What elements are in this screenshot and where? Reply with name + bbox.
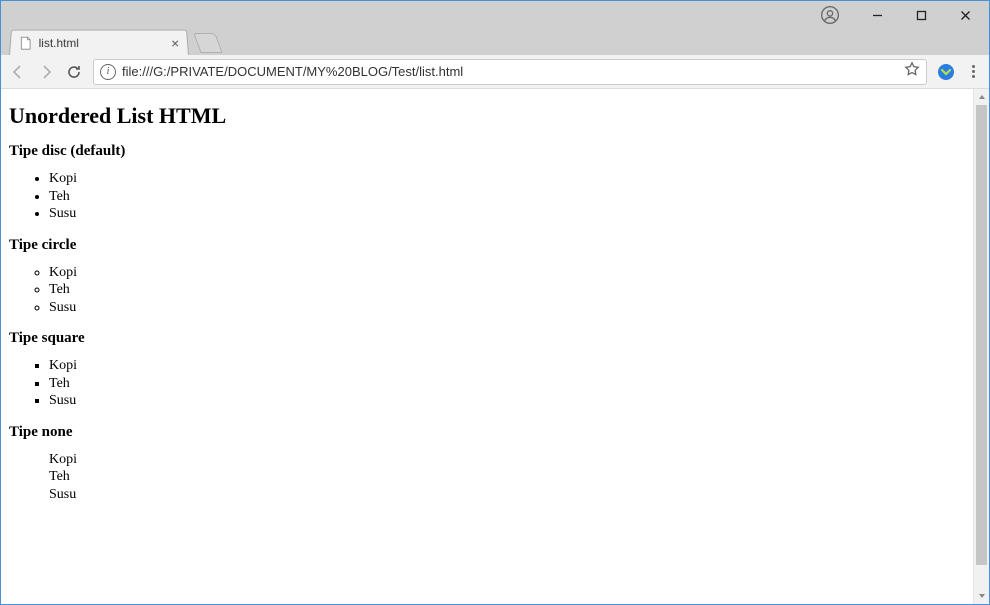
- section-heading-none: Tipe none: [9, 424, 965, 441]
- scroll-up-arrow-icon[interactable]: [974, 89, 989, 105]
- vertical-scrollbar[interactable]: [973, 89, 989, 604]
- url-text: file:///G:/PRIVATE/DOCUMENT/MY%20BLOG/Te…: [122, 64, 898, 79]
- minimize-button[interactable]: [855, 2, 899, 28]
- list-item: Teh: [49, 188, 965, 206]
- browser-toolbar: i file:///G:/PRIVATE/DOCUMENT/MY%20BLOG/…: [1, 55, 989, 89]
- section-heading-circle: Tipe circle: [9, 237, 965, 254]
- list-item: Susu: [49, 299, 965, 317]
- file-icon: [19, 36, 33, 50]
- new-tab-button[interactable]: [193, 33, 222, 53]
- extension-idm-icon[interactable]: [937, 63, 955, 81]
- close-tab-icon[interactable]: ×: [171, 36, 179, 50]
- list-item: Teh: [49, 468, 965, 486]
- reload-button[interactable]: [65, 63, 83, 81]
- browser-tab[interactable]: list.html ×: [9, 30, 189, 55]
- close-window-button[interactable]: [943, 2, 987, 28]
- page-content: Unordered List HTML Tipe disc (default) …: [1, 89, 973, 604]
- list-item: Susu: [49, 486, 965, 504]
- list-item: Teh: [49, 375, 965, 393]
- maximize-button[interactable]: [899, 2, 943, 28]
- scroll-down-arrow-icon[interactable]: [974, 588, 989, 604]
- forward-button[interactable]: [37, 63, 55, 81]
- list-item: Susu: [49, 392, 965, 410]
- address-bar[interactable]: i file:///G:/PRIVATE/DOCUMENT/MY%20BLOG/…: [93, 59, 927, 85]
- window-titlebar: [1, 1, 989, 29]
- list-item: Kopi: [49, 264, 965, 282]
- list-none: Kopi Teh Susu: [9, 451, 965, 504]
- list-disc: Kopi Teh Susu: [9, 170, 965, 223]
- back-button[interactable]: [9, 63, 27, 81]
- page-heading: Unordered List HTML: [9, 103, 965, 129]
- window-controls: [855, 2, 987, 28]
- site-info-icon[interactable]: i: [100, 64, 116, 80]
- list-item: Susu: [49, 205, 965, 223]
- list-square: Kopi Teh Susu: [9, 357, 965, 410]
- list-item: Teh: [49, 281, 965, 299]
- section-heading-disc: Tipe disc (default): [9, 143, 965, 160]
- section-heading-square: Tipe square: [9, 330, 965, 347]
- user-profile-icon[interactable]: [819, 4, 841, 26]
- list-item: Kopi: [49, 357, 965, 375]
- browser-menu-icon[interactable]: [965, 64, 981, 80]
- scrollbar-thumb[interactable]: [976, 105, 987, 565]
- bookmark-star-icon[interactable]: [904, 61, 920, 82]
- list-item: Kopi: [49, 451, 965, 469]
- list-circle: Kopi Teh Susu: [9, 264, 965, 317]
- list-item: Kopi: [49, 170, 965, 188]
- tab-title: list.html: [39, 36, 165, 50]
- tab-strip: list.html ×: [1, 27, 989, 55]
